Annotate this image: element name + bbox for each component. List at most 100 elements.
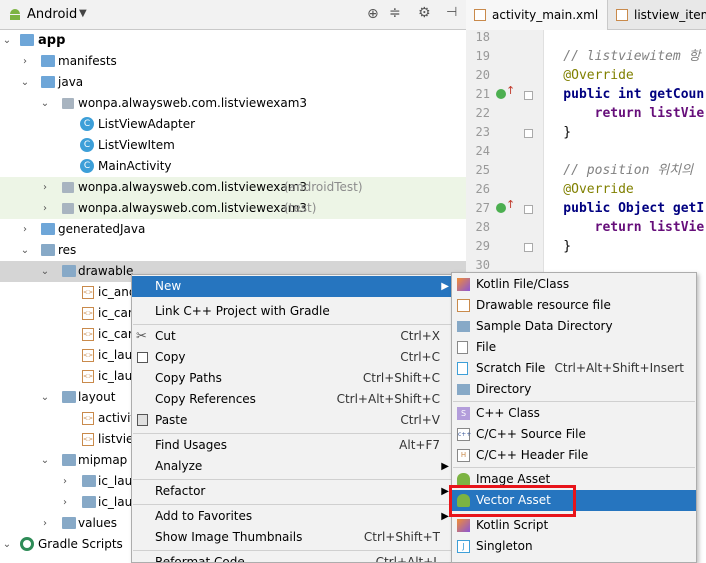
- submenu-item-scratch-file[interactable]: Scratch File Ctrl+Alt+Shift+Insert: [452, 358, 696, 379]
- menu-item-copy-paths[interactable]: Copy Paths Ctrl+Shift+C: [132, 368, 452, 389]
- gear-icon[interactable]: ⚙: [418, 5, 431, 21]
- tree-item-class[interactable]: C ListViewItem: [0, 135, 466, 156]
- view-selector[interactable]: Android: [27, 7, 77, 22]
- folder-icon: [41, 76, 55, 88]
- menu-item-paste[interactable]: Paste Ctrl+V: [132, 410, 452, 431]
- tree-item-package-androidtest[interactable]: › wonpa.alwaysweb.com.listviewexam3 (and…: [0, 177, 466, 198]
- chevron-down-icon[interactable]: ⌄: [20, 246, 30, 256]
- menu-item-copy[interactable]: Copy Ctrl+C: [132, 347, 452, 368]
- tree-item-package-test[interactable]: › wonpa.alwaysweb.com.listviewexam3 (tes…: [0, 198, 466, 219]
- chevron-down-icon[interactable]: ⌄: [2, 540, 12, 550]
- chevron-down-icon[interactable]: ⌄: [2, 36, 12, 46]
- tree-item-class[interactable]: C MainActivity: [0, 156, 466, 177]
- menu-item-shortcut: Ctrl+Shift+C: [362, 371, 440, 385]
- folder-icon: [82, 475, 96, 487]
- menu-item-label: Paste: [155, 413, 188, 427]
- chevron-down-icon[interactable]: ⌄: [40, 393, 50, 403]
- submenu-item-file[interactable]: File: [452, 337, 696, 358]
- tree-item-generatedjava[interactable]: › generatedJava: [0, 219, 466, 240]
- arrow-up-icon[interactable]: ↑: [506, 84, 515, 97]
- submenu-arrow-icon: ▶: [441, 511, 449, 522]
- code-line: // position 위치의: [544, 163, 694, 178]
- chevron-down-icon[interactable]: ⌄: [40, 456, 50, 466]
- menu-item-refactor[interactable]: Refactor ▶: [132, 481, 452, 502]
- tab-activity-main[interactable]: activity_main.xml: [466, 0, 608, 30]
- chevron-down-icon[interactable]: ⌄: [20, 78, 30, 88]
- override-method-icon[interactable]: [496, 203, 506, 213]
- submenu-item-singleton[interactable]: J Singleton: [452, 536, 696, 557]
- submenu-item-cpp-header[interactable]: H C/C++ Header File: [452, 445, 696, 466]
- menu-item-label: Find Usages: [155, 438, 228, 452]
- submenu-item-kotlin-file[interactable]: Kotlin File/Class: [452, 274, 696, 295]
- menu-item-show-thumbnails[interactable]: Show Image Thumbnails Ctrl+Shift+T: [132, 527, 452, 548]
- chevron-right-icon[interactable]: ›: [40, 519, 50, 529]
- submenu-item-sample-data-dir[interactable]: Sample Data Directory: [452, 316, 696, 337]
- tree-item-label: ic_can: [98, 306, 136, 320]
- chevron-right-icon[interactable]: ›: [60, 477, 70, 487]
- arrow-up-icon[interactable]: ↑: [506, 198, 515, 211]
- submenu-item-cpp-source[interactable]: c++ C/C++ Source File: [452, 424, 696, 445]
- chevron-right-icon[interactable]: ›: [40, 204, 50, 214]
- menu-item-shortcut: Ctrl+Alt+Shift+C: [336, 392, 440, 406]
- submenu-item-kotlin-script[interactable]: Kotlin Script: [452, 515, 696, 536]
- menu-item-label: New: [155, 279, 182, 293]
- menu-item-add-to-favorites[interactable]: Add to Favorites ▶: [132, 506, 452, 527]
- fold-icon[interactable]: [524, 129, 533, 138]
- tab-label: listview_item.: [634, 8, 706, 22]
- menu-item-reformat-code[interactable]: Reformat Code Ctrl+Alt+L: [132, 552, 452, 562]
- chevron-right-icon[interactable]: ›: [60, 498, 70, 508]
- fold-icon[interactable]: [524, 243, 533, 252]
- locate-icon[interactable]: ⊕: [367, 6, 379, 22]
- collapse-icon[interactable]: ≑: [389, 5, 401, 21]
- fold-icon[interactable]: [524, 91, 533, 100]
- xml-file-icon: [457, 299, 470, 312]
- chevron-down-icon[interactable]: ⌄: [40, 267, 50, 277]
- tree-item-class[interactable]: C ListViewAdapter: [0, 114, 466, 135]
- menu-item-label: Add to Favorites: [155, 509, 253, 523]
- menu-separator: [133, 433, 451, 434]
- folder-icon: [41, 55, 55, 67]
- cpp-header-icon: H: [457, 449, 470, 462]
- code-line: public Object getI: [544, 201, 705, 216]
- submenu-item-cpp-class[interactable]: S C++ Class: [452, 403, 696, 424]
- menu-item-new[interactable]: New ▶: [132, 276, 452, 297]
- tab-listview-item[interactable]: listview_item.: [608, 0, 706, 30]
- submenu-item-label: C/C++ Source File: [476, 427, 586, 441]
- menu-item-find-usages[interactable]: Find Usages Alt+F7: [132, 435, 452, 456]
- chevron-right-icon[interactable]: ›: [20, 225, 30, 235]
- chevron-right-icon[interactable]: ›: [20, 57, 30, 67]
- fold-icon[interactable]: [524, 205, 533, 214]
- submenu-item-label: File: [476, 340, 497, 354]
- hide-panel-icon[interactable]: ⊣: [446, 5, 457, 20]
- chevron-right-icon[interactable]: ›: [40, 183, 50, 193]
- tree-item-res[interactable]: ⌄ res: [0, 240, 466, 261]
- menu-item-cut[interactable]: ✂ Cut Ctrl+X: [132, 326, 452, 347]
- menu-separator: [133, 479, 451, 480]
- menu-item-label: Analyze: [155, 459, 203, 473]
- menu-item-link-cpp[interactable]: Link C++ Project with Gradle: [132, 301, 452, 322]
- tree-item-java[interactable]: ⌄ java: [0, 72, 466, 93]
- chevron-down-icon[interactable]: ▼: [79, 8, 87, 19]
- scratch-file-icon: [457, 362, 468, 375]
- submenu-item-drawable-resource[interactable]: Drawable resource file: [452, 295, 696, 316]
- code-line: @Override: [563, 182, 634, 197]
- tree-item-label: mipmap: [78, 453, 128, 467]
- submenu-item-label: C++ Class: [476, 406, 540, 420]
- tree-item-label: activit: [98, 411, 136, 425]
- line-number: 27: [475, 201, 490, 215]
- tree-item-label: manifests: [58, 54, 117, 68]
- submenu-item-directory[interactable]: Directory: [452, 379, 696, 400]
- singleton-icon: J: [457, 540, 470, 553]
- class-icon: C: [80, 159, 94, 173]
- line-number: 23: [475, 125, 490, 139]
- chevron-down-icon[interactable]: ⌄: [40, 99, 50, 109]
- menu-item-shortcut: Ctrl+X: [400, 329, 440, 343]
- folder-icon: [62, 454, 76, 466]
- menu-item-analyze[interactable]: Analyze ▶: [132, 456, 452, 477]
- menu-item-copy-references[interactable]: Copy References Ctrl+Alt+Shift+C: [132, 389, 452, 410]
- tree-item-app[interactable]: ⌄ app: [0, 30, 466, 51]
- override-method-icon[interactable]: [496, 89, 506, 99]
- tree-item-manifests[interactable]: › manifests: [0, 51, 466, 72]
- menu-item-label: Copy Paths: [155, 371, 222, 385]
- tree-item-package[interactable]: ⌄ wonpa.alwaysweb.com.listviewexam3: [0, 93, 466, 114]
